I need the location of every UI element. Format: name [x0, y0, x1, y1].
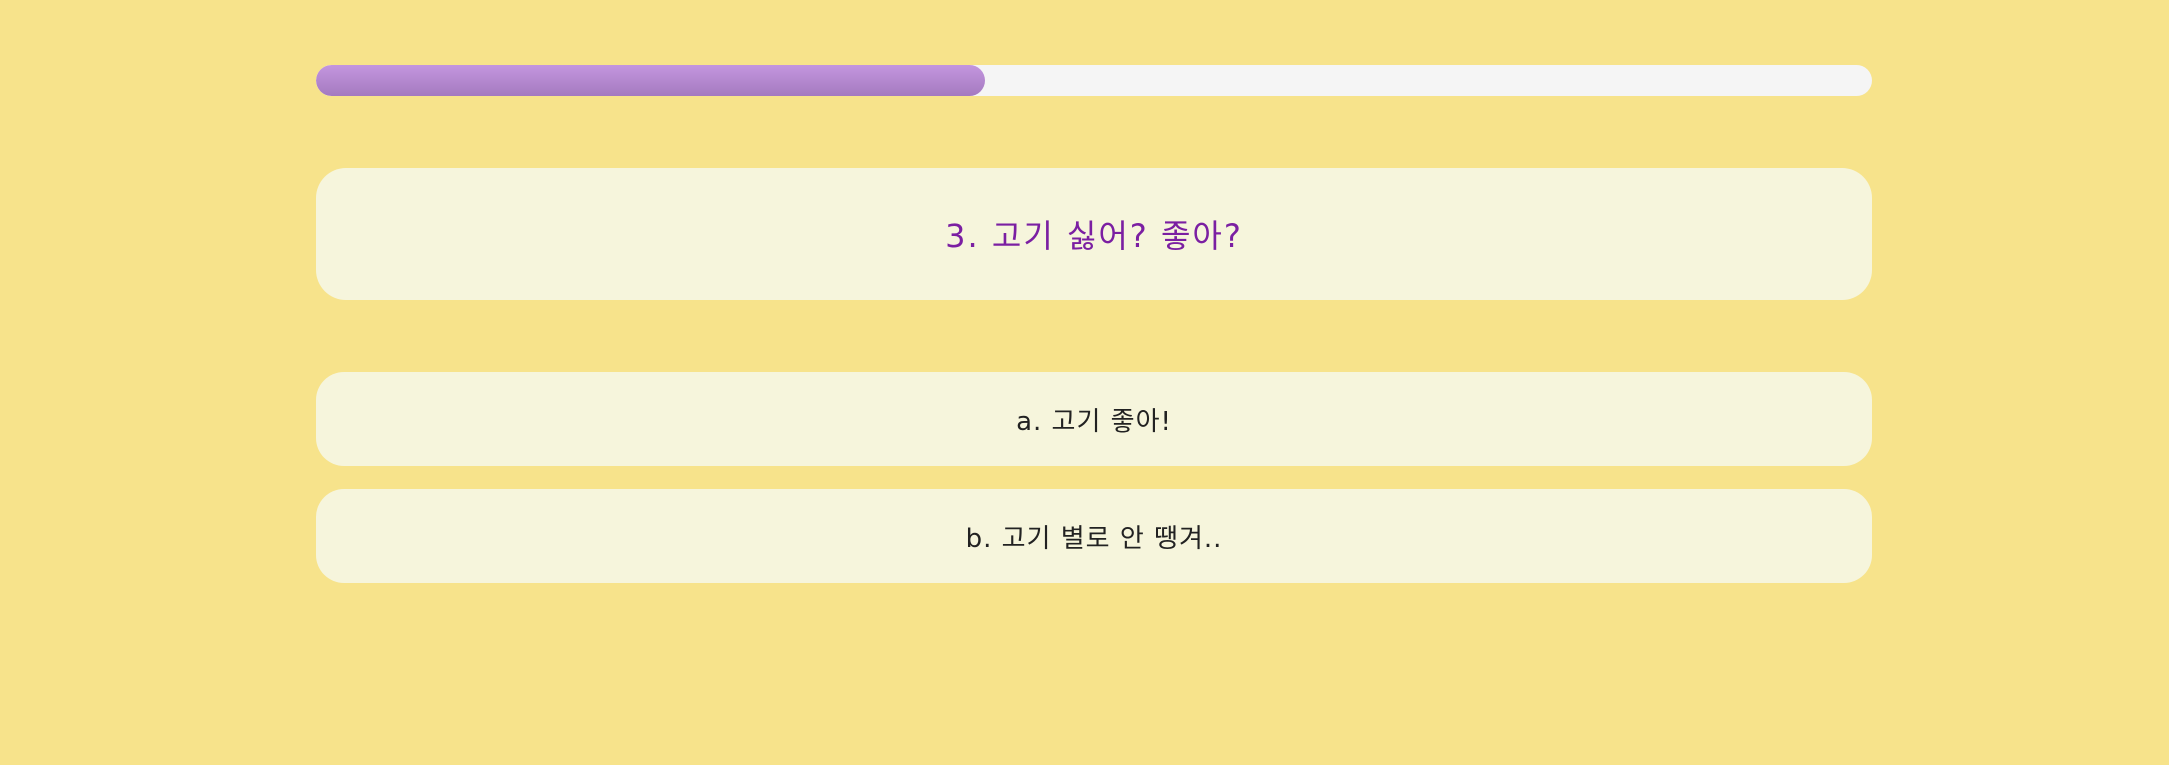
question-text: 3. 고기 싫어? 좋아? [945, 217, 1243, 255]
progress-bar-fill [316, 65, 986, 96]
progress-bar [316, 65, 1872, 96]
answer-a-label: a. 고기 좋아! [1016, 406, 1172, 437]
answer-a-button[interactable]: a. 고기 좋아! [316, 372, 1872, 466]
answer-b-label: b. 고기 별로 안 땡겨.. [965, 523, 1223, 554]
question-card: 3. 고기 싫어? 좋아? [316, 168, 1872, 300]
answer-b-button[interactable]: b. 고기 별로 안 땡겨.. [316, 489, 1872, 583]
